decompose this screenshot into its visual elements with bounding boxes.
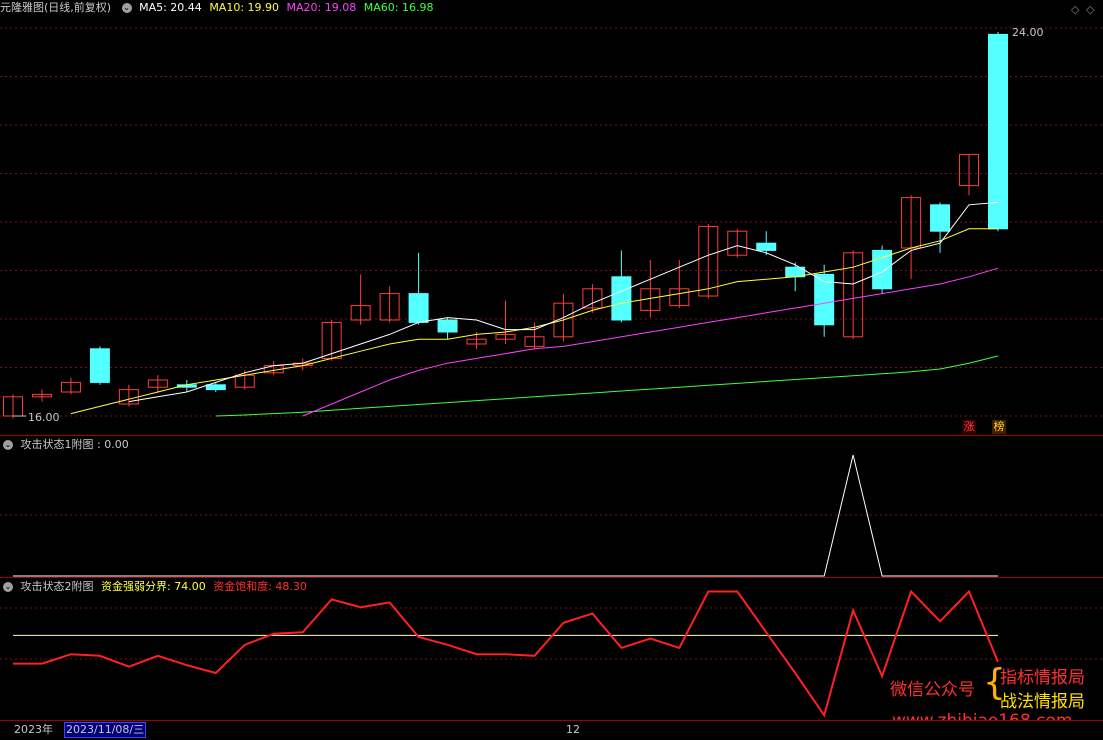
cursor-date: 2023/11/08/三 [64,722,147,738]
candle-down [611,276,632,321]
candle-down [988,33,1008,230]
ma60-line [215,355,999,417]
candlestick-chart: 24.00 16.00 [0,26,1103,436]
date-axis-bar: 2023年 2023/11/08/三 12 [0,720,1103,740]
watermark-line1: 指标情报局 [1000,668,1085,688]
bang-tag[interactable]: 榜 [992,420,1006,434]
candle-down [756,242,777,251]
zhang-tag[interactable]: 涨 [962,420,976,434]
year-label: 2023年 [14,723,53,736]
candle-down [930,204,951,232]
main-price-panel[interactable]: 元隆雅图(日线,前复权) ⌄ MA5: 20.44 MA10: 19.90 MA… [0,0,1103,436]
low-price-label: 16.00 [28,411,60,424]
candle-down [872,249,893,290]
candle-down [437,319,458,333]
candle-down [89,348,110,383]
high-price-label: 24.00 [1012,26,1044,39]
attack2-line [13,589,999,718]
attack1-chart [0,454,1103,578]
watermark-line2: 战法情报局 [1000,692,1085,712]
attack-state-2-panel[interactable]: ⌄ 攻击状态2附图 资金强弱分界: 74.00 资金饱和度: 48.30 微信公… [0,579,1103,731]
month-mark: 12 [566,723,580,736]
candle-down [205,384,226,391]
candle-down [408,293,429,323]
watermark-wechat: 微信公众号 [890,680,975,700]
attack-state-1-panel[interactable]: ⌄ 攻击状态1附图 : 0.00 [0,437,1103,578]
